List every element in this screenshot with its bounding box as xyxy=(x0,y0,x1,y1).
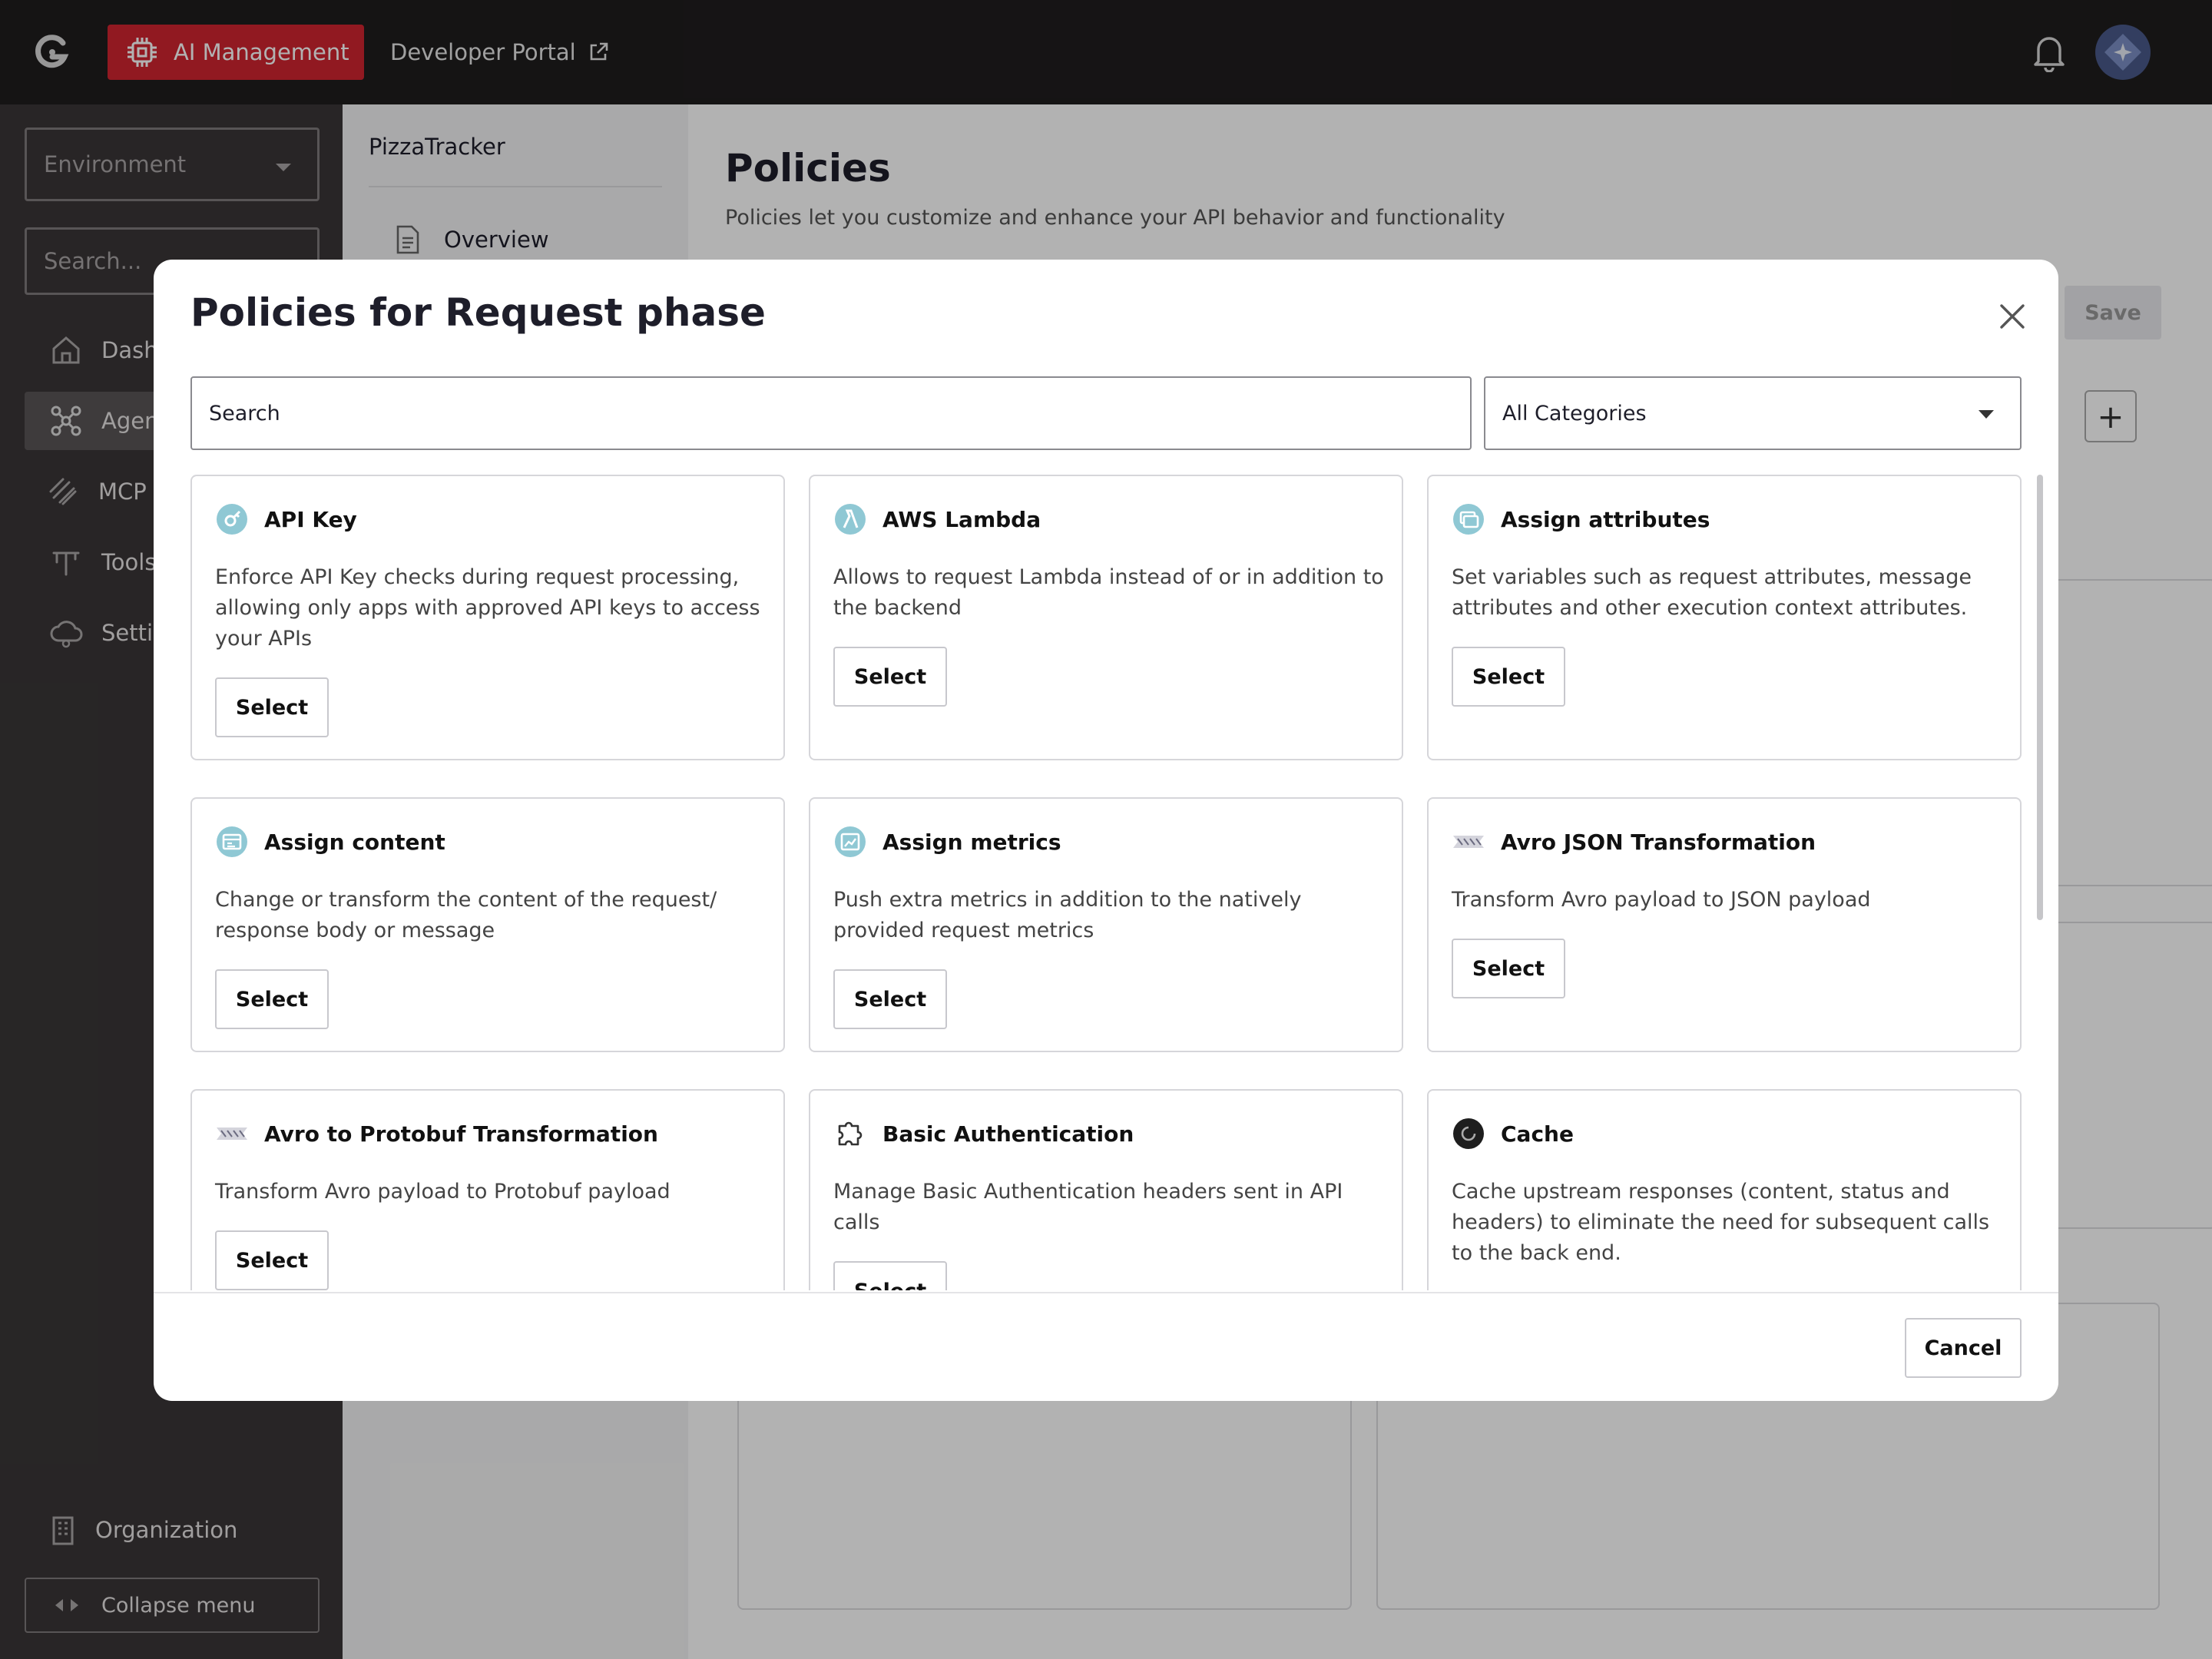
close-icon xyxy=(2000,304,2025,329)
select-button[interactable]: Select xyxy=(215,677,329,737)
policy-card-basic-auth: Basic Authentication Manage Basic Authen… xyxy=(809,1089,1403,1290)
category-value: All Categories xyxy=(1502,401,1647,426)
policy-description: Transform Avro payload to Protobuf paylo… xyxy=(215,1180,671,1204)
modal-footer-divider xyxy=(154,1292,2058,1293)
assign-metrics-icon xyxy=(835,826,866,857)
assign-attributes-icon xyxy=(1453,504,1484,535)
policy-search-input[interactable]: Search xyxy=(190,376,1472,450)
select-button[interactable]: Select xyxy=(1452,939,1565,998)
policy-description: Change or transform the content of the r… xyxy=(215,888,717,942)
policy-card-aws-lambda: AWS Lambda Allows to request Lambda inst… xyxy=(809,475,1403,760)
policy-card-cache: Cache Cache upstream responses (content,… xyxy=(1427,1089,2022,1290)
policy-description: Push extra metrics in addition to the na… xyxy=(833,888,1302,942)
select-button[interactable]: Select xyxy=(833,1261,947,1290)
modal-title: Policies for Request phase xyxy=(190,290,766,335)
scrollbar[interactable] xyxy=(2037,475,2043,920)
policy-card-avro-json: Avro JSON Transformation Transform Avro … xyxy=(1427,797,2022,1052)
avro-icon xyxy=(217,1128,247,1140)
select-button[interactable]: Select xyxy=(1452,647,1565,707)
policy-title: Assign attributes xyxy=(1501,506,1710,532)
policy-title: Assign metrics xyxy=(882,829,1061,855)
policy-description: Allows to request Lambda instead of or i… xyxy=(833,565,1384,620)
policy-description: Set variables such as request attributes… xyxy=(1452,565,1972,620)
puzzle-icon xyxy=(838,1121,863,1146)
policy-description: Enforce API Key checks during request pr… xyxy=(215,565,760,651)
policy-card-assign-attributes: Assign attributes Set variables such as … xyxy=(1427,475,2022,760)
select-button[interactable]: Select xyxy=(833,647,947,707)
select-button[interactable]: Select xyxy=(833,969,947,1029)
policy-title: Cache xyxy=(1501,1121,1574,1147)
select-button[interactable]: Select xyxy=(215,1230,329,1290)
avro-icon xyxy=(1453,836,1484,848)
policy-list: API Key Enforce API Key checks during re… xyxy=(190,475,2022,1290)
select-button[interactable]: Select xyxy=(215,969,329,1029)
policy-card-assign-metrics: Assign metrics Push extra metrics in add… xyxy=(809,797,1403,1052)
policy-description: Cache upstream responses (content, statu… xyxy=(1452,1180,1990,1265)
policy-description: Manage Basic Authentication headers sent… xyxy=(833,1180,1343,1234)
policy-title: Avro to Protobuf Transformation xyxy=(264,1121,658,1147)
category-select[interactable]: All Categories xyxy=(1484,376,2022,450)
policy-title: Basic Authentication xyxy=(882,1121,1134,1147)
policy-card-avro-protobuf: Avro to Protobuf Transformation Transfor… xyxy=(190,1089,785,1290)
policy-card-api-key: API Key Enforce API Key checks during re… xyxy=(190,475,785,760)
assign-content-icon xyxy=(217,826,247,857)
policy-title: Avro JSON Transformation xyxy=(1501,829,1816,855)
policy-title: Assign content xyxy=(264,829,445,855)
policy-description: Transform Avro payload to JSON payload xyxy=(1452,888,1871,912)
policies-modal: Policies for Request phase Search All Ca… xyxy=(154,260,2058,1401)
aws-lambda-icon xyxy=(835,504,866,535)
cancel-button[interactable]: Cancel xyxy=(1905,1318,2022,1378)
policy-title: API Key xyxy=(264,506,357,532)
cache-icon xyxy=(1453,1118,1484,1149)
policy-title: AWS Lambda xyxy=(882,506,1041,532)
policy-card-assign-content: Assign content Change or transform the c… xyxy=(190,797,785,1052)
policy-search-placeholder: Search xyxy=(209,401,280,426)
chevron-down-icon xyxy=(1979,410,1994,419)
close-button[interactable] xyxy=(1994,298,2031,335)
api-key-icon xyxy=(217,504,247,535)
